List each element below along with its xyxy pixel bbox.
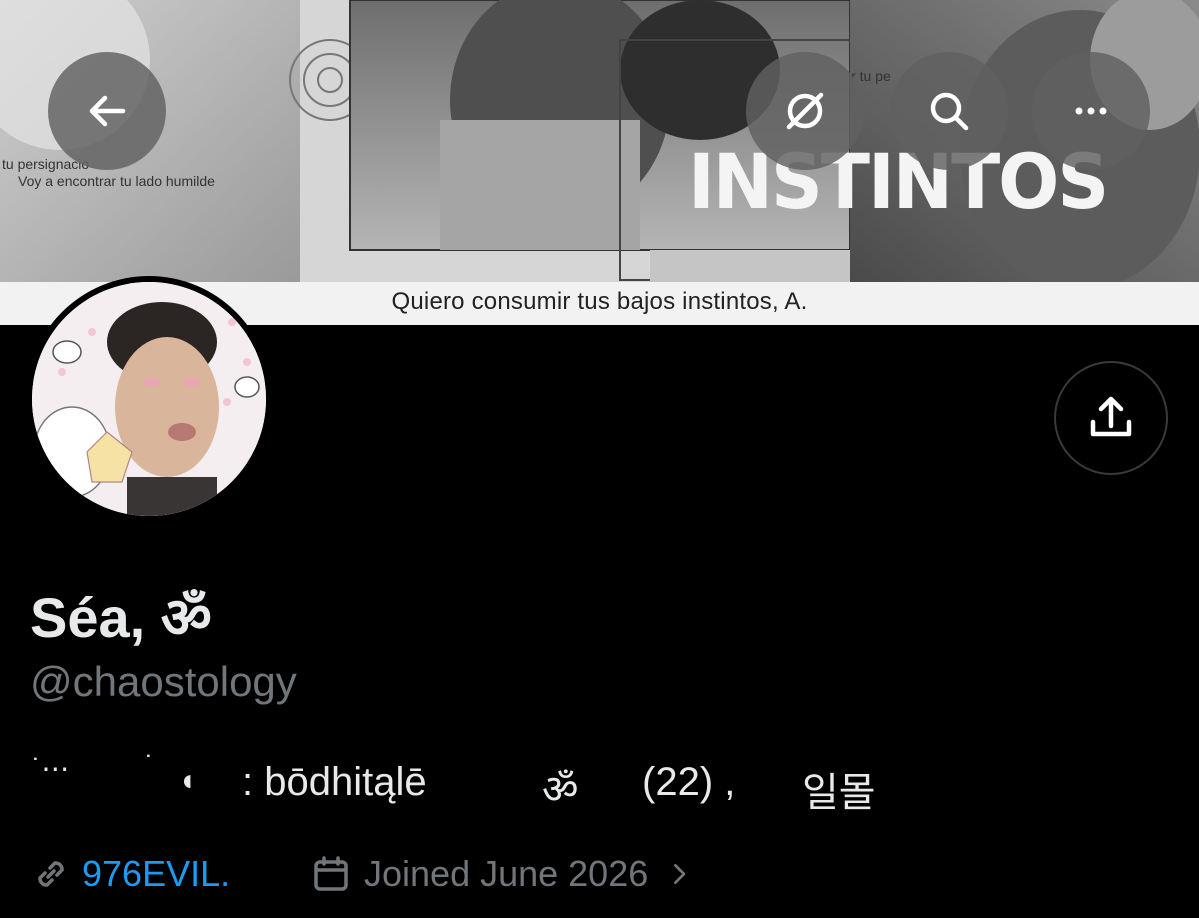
avatar[interactable] bbox=[26, 276, 272, 522]
bio-part: ◖ bbox=[178, 764, 197, 797]
bio-part: 일몰 bbox=[802, 771, 876, 815]
search-button[interactable] bbox=[890, 52, 1008, 170]
profile-banner[interactable]: tu persignacio Voy a encontrar tu lado h… bbox=[0, 0, 1199, 325]
website-link[interactable]: 976EVIL. bbox=[30, 848, 230, 900]
bio: ˙⋯ ˙ ◖ : bōdhitąlē ॐ (22) , 일몰 bbox=[30, 750, 1170, 815]
grok-button[interactable] bbox=[746, 52, 864, 170]
calendar-icon bbox=[314, 856, 348, 891]
bio-part: (22) , bbox=[642, 760, 736, 804]
ellipsis-icon bbox=[1075, 107, 1107, 115]
joined-date-label: Joined June 2026 bbox=[364, 853, 649, 894]
banner-small-text: Voy a encontrar tu lado humilde bbox=[18, 173, 215, 189]
bio-part: ˙ bbox=[145, 750, 155, 781]
grok-icon bbox=[786, 92, 824, 130]
bio-part: : bōdhitąlē bbox=[242, 760, 427, 804]
bio-part: ˙⋯ bbox=[32, 753, 70, 784]
handle: @chaostology bbox=[30, 658, 297, 705]
search-icon bbox=[930, 92, 969, 131]
share-icon bbox=[1090, 396, 1132, 437]
bio-part: ॐ bbox=[542, 768, 579, 812]
display-name: Séa, ॐ bbox=[30, 586, 212, 649]
banner-title: INSTINTOS bbox=[688, 137, 1109, 227]
joined-date[interactable]: Joined June 2026 bbox=[310, 848, 694, 900]
website-link-label[interactable]: 976EVIL. bbox=[82, 853, 230, 895]
share-button[interactable] bbox=[1054, 361, 1168, 475]
avatar-image bbox=[32, 282, 266, 516]
arrow-left-icon bbox=[89, 95, 126, 127]
back-button[interactable] bbox=[48, 52, 166, 170]
link-icon bbox=[38, 861, 64, 887]
more-button[interactable] bbox=[1032, 52, 1150, 170]
chevron-right-icon bbox=[674, 864, 686, 884]
